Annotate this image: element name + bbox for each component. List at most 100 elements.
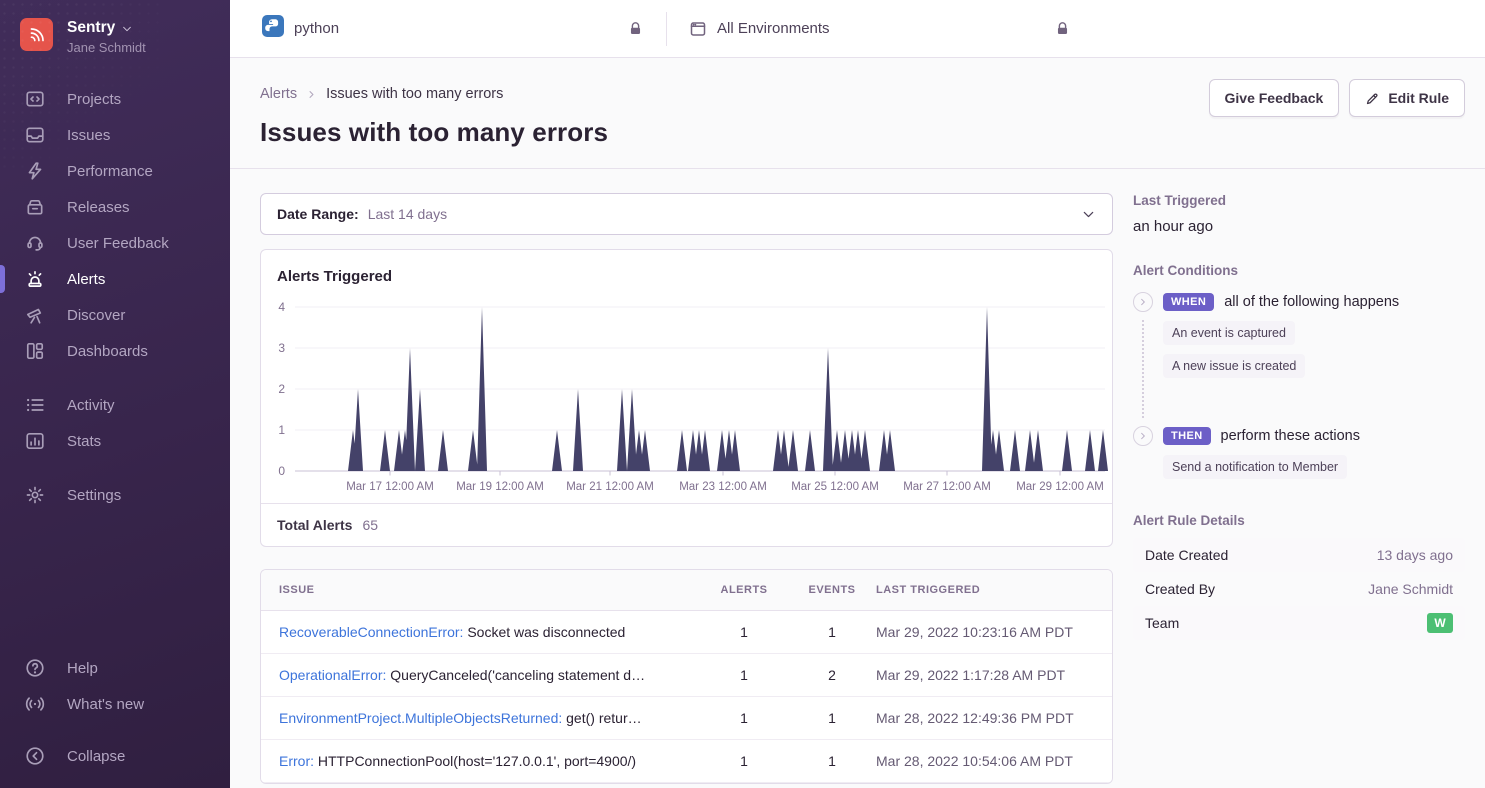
give-feedback-button[interactable]: Give Feedback <box>1209 79 1340 117</box>
nav-group-gap <box>0 369 230 387</box>
lock-icon[interactable] <box>627 20 644 37</box>
date-range-select[interactable]: Date Range: Last 14 days <box>260 193 1113 235</box>
table-row: EnvironmentProject.MultipleObjectsReturn… <box>261 697 1112 740</box>
breadcrumb-current: Issues with too many errors <box>326 86 503 102</box>
breadcrumb-alerts-link[interactable]: Alerts <box>260 86 297 102</box>
svg-text:Mar 17 12:00 AM: Mar 17 12:00 AM <box>346 481 434 493</box>
page-header: Alerts Issues with too many errors Issue… <box>230 58 1485 169</box>
alerts-count: 1 <box>700 753 788 769</box>
org-switcher[interactable]: Sentry Jane Schmidt <box>0 0 230 55</box>
alerts-count: 1 <box>700 667 788 683</box>
events-count: 1 <box>788 624 876 640</box>
then-text: perform these actions <box>1221 428 1360 444</box>
sidebar-item-projects[interactable]: Projects <box>0 81 230 117</box>
alerts-triggered-chart: 01234Mar 17 12:00 AMMar 19 12:00 AMMar 2… <box>261 293 1112 503</box>
environment-icon <box>689 20 707 38</box>
lock-icon[interactable] <box>1054 20 1071 37</box>
chevron-right-icon <box>305 88 318 101</box>
table-row: RecoverableConnectionError: Socket was d… <box>261 611 1112 654</box>
sidebar-item-activity[interactable]: Activity <box>0 387 230 423</box>
when-text: all of the following happens <box>1224 294 1399 310</box>
issue-message: Socket was disconnected <box>463 624 625 640</box>
sidebar-item-collapse[interactable]: Collapse <box>0 738 230 774</box>
alerts-count: 1 <box>700 710 788 726</box>
issue-cell: Error: HTTPConnectionPool(host='127.0.0.… <box>279 753 700 769</box>
table-row: Error: HTTPConnectionPool(host='127.0.0.… <box>261 740 1112 783</box>
environment-selector[interactable]: All Environments <box>689 20 1071 38</box>
column-header-last-triggered: LAST TRIGGERED <box>876 584 1094 596</box>
svg-text:1: 1 <box>278 423 285 437</box>
sentry-logo-icon <box>20 18 53 51</box>
sidebar-item-alerts[interactable]: Alerts <box>0 261 230 297</box>
issue-link[interactable]: Error: <box>279 753 314 769</box>
project-selector[interactable]: python <box>262 15 644 42</box>
chevron-down-icon <box>1081 207 1096 222</box>
details-panel: Last Triggered an hour ago Alert Conditi… <box>1133 193 1465 640</box>
sidebar-item-label: Stats <box>67 433 101 450</box>
sidebar-item-dashboards[interactable]: Dashboards <box>0 333 230 369</box>
issue-link[interactable]: EnvironmentProject.MultipleObjectsReturn… <box>279 710 562 726</box>
projects-icon <box>25 89 45 109</box>
sidebar-item-discover[interactable]: Discover <box>0 297 230 333</box>
sidebar-item-whats-new[interactable]: What's new <box>0 686 230 722</box>
edit-rule-button[interactable]: Edit Rule <box>1349 79 1465 117</box>
svg-text:3: 3 <box>278 341 285 355</box>
issue-link[interactable]: RecoverableConnectionError: <box>279 624 463 640</box>
last-triggered-date: Mar 29, 2022 1:17:28 AM PDT <box>876 667 1094 683</box>
sidebar-item-label: Performance <box>67 163 153 180</box>
svg-text:Mar 21 12:00 AM: Mar 21 12:00 AM <box>566 481 654 493</box>
performance-icon <box>25 161 45 181</box>
issue-cell: EnvironmentProject.MultipleObjectsReturn… <box>279 710 700 726</box>
sidebar-item-help[interactable]: Help <box>0 650 230 686</box>
sidebar-item-issues[interactable]: Issues <box>0 117 230 153</box>
chart-title: Alerts Triggered <box>261 250 1112 285</box>
issue-link[interactable]: OperationalError: <box>279 667 386 683</box>
sidebar-item-label: Issues <box>67 127 110 144</box>
svg-text:Mar 19 12:00 AM: Mar 19 12:00 AM <box>456 481 544 493</box>
events-count: 1 <box>788 753 876 769</box>
total-alerts-value: 65 <box>362 517 378 533</box>
column-header-alerts: ALERTS <box>700 584 788 596</box>
sidebar-item-user-feedback[interactable]: User Feedback <box>0 225 230 261</box>
last-triggered-date: Mar 28, 2022 12:49:36 PM PDT <box>876 710 1094 726</box>
date-range-value: Last 14 days <box>368 206 447 222</box>
issues-table-header: ISSUEALERTSEVENTSLAST TRIGGERED <box>261 570 1112 611</box>
app-root: Sentry Jane Schmidt Projects Issues Perfor… <box>0 0 1485 788</box>
chevron-down-icon <box>121 22 133 34</box>
sidebar-item-settings[interactable]: Settings <box>0 477 230 513</box>
issue-cell: RecoverableConnectionError: Socket was d… <box>279 624 700 640</box>
sidebar-item-label: Settings <box>67 487 121 504</box>
chevron-right-icon[interactable] <box>1133 426 1153 446</box>
sidebar-item-releases[interactable]: Releases <box>0 189 230 225</box>
sidebar-item-label: Discover <box>67 307 125 324</box>
date-range-label: Date Range: <box>277 206 359 222</box>
sidebar-item-label: Alerts <box>67 271 105 288</box>
condition-pill: Send a notification to Member <box>1163 455 1347 479</box>
nav-group-gap <box>0 459 230 477</box>
sidebar-item-performance[interactable]: Performance <box>0 153 230 189</box>
rule-detail-value: 13 days ago <box>1377 547 1453 563</box>
nav-group-gap <box>0 722 230 738</box>
sidebar-item-label: Activity <box>67 397 115 414</box>
brand-name: Sentry <box>67 19 115 37</box>
chevron-right-icon[interactable] <box>1133 292 1153 312</box>
issue-message: QueryCanceled('canceling statement d… <box>386 667 645 683</box>
issues-icon <box>25 125 45 145</box>
issue-cell: OperationalError: QueryCanceled('canceli… <box>279 667 700 683</box>
user-feedback-icon <box>25 233 45 253</box>
then-step: THEN perform these actions Send a notifi… <box>1133 426 1465 479</box>
alerts-triggered-card: Alerts Triggered 01234Mar 17 12:00 AMMar… <box>260 249 1113 547</box>
rule-detail-label: Date Created <box>1145 547 1228 563</box>
issues-table: ISSUEALERTSEVENTSLAST TRIGGERED Recovera… <box>260 569 1113 784</box>
sidebar-item-stats[interactable]: Stats <box>0 423 230 459</box>
alert-rule-details-heading: Alert Rule Details <box>1133 513 1465 528</box>
rule-detail-label: Created By <box>1145 581 1215 597</box>
give-feedback-label: Give Feedback <box>1225 90 1324 106</box>
svg-text:Mar 29 12:00 AM: Mar 29 12:00 AM <box>1016 481 1104 493</box>
then-badge: THEN <box>1163 427 1211 445</box>
alerts-icon <box>25 269 45 289</box>
last-triggered-date: Mar 29, 2022 10:23:16 AM PDT <box>876 624 1094 640</box>
sidebar-item-label: Releases <box>67 199 130 216</box>
last-triggered-value: an hour ago <box>1133 218 1465 235</box>
total-alerts-row: Total Alerts 65 <box>261 503 1112 546</box>
